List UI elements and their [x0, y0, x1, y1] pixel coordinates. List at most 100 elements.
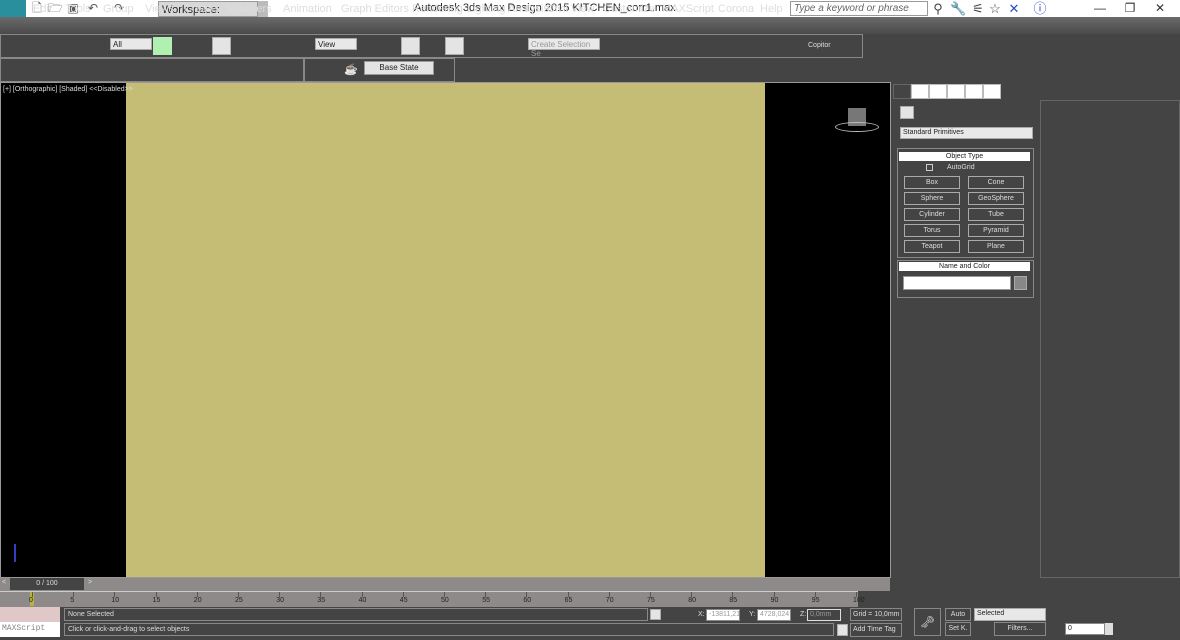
timeline-tick-label: 85: [729, 597, 738, 604]
copitor-button[interactable]: Copitor: [808, 42, 831, 49]
satellite-icon[interactable]: ⚟: [970, 1, 986, 16]
frame-spinner[interactable]: [1105, 623, 1113, 635]
menu-maxscript[interactable]: MAXScript: [662, 3, 714, 15]
y-coordinate-input[interactable]: 4728,024: [757, 609, 791, 621]
menu-edit[interactable]: Edit: [33, 3, 52, 15]
select-object-button[interactable]: [153, 37, 172, 55]
create-tube-button[interactable]: Tube: [968, 208, 1024, 221]
maxscript-output[interactable]: [0, 607, 60, 622]
viewcube-ring[interactable]: [835, 122, 879, 132]
named-selection-dropdown[interactable]: Create Selection Se: [528, 38, 600, 58]
binoculars-icon[interactable]: ⚲: [930, 1, 946, 16]
selection-lock-toggle[interactable]: [650, 609, 661, 620]
timeline-tick-label: 5: [70, 597, 75, 604]
timeline-tick-label: 75: [647, 597, 655, 604]
search-input[interactable]: Type a keyword or phrase: [790, 1, 928, 16]
current-frame-input[interactable]: 0: [1065, 623, 1105, 635]
timeline-tick-label: 95: [811, 597, 820, 604]
name-color-rollout-title[interactable]: Name and Color: [899, 262, 1030, 271]
time-tag-toggle[interactable]: [837, 624, 848, 636]
command-panel-tab[interactable]: [965, 84, 983, 99]
toolbar-button[interactable]: [401, 37, 420, 55]
viewport-label[interactable]: [+] [Orthographic] [Shaded] <<Disabled>>: [3, 86, 133, 93]
grid-size-display: Grid = 10,0mm: [850, 608, 902, 621]
time-slider-thumb[interactable]: 0 / 100: [10, 578, 84, 590]
selection-status: None Selected: [64, 608, 648, 621]
time-next-button[interactable]: >: [88, 579, 92, 586]
star-icon[interactable]: ☆: [987, 1, 1003, 16]
create-sphere-button[interactable]: Sphere: [904, 192, 960, 205]
timeline-tick-label: 20: [193, 597, 202, 604]
menu-animation[interactable]: Animation: [283, 3, 332, 15]
menu-graph-editors[interactable]: Graph Editors: [341, 3, 409, 15]
command-panel-extension: [1040, 100, 1180, 578]
reference-coordinate-dropdown[interactable]: View: [315, 38, 357, 50]
command-panel-tab[interactable]: [983, 84, 1001, 99]
menu-views[interactable]: Views: [145, 3, 174, 15]
menu-rendering[interactable]: Rendering: [412, 3, 463, 15]
menu-bar: [0, 17, 1180, 34]
auto-key-button[interactable]: Auto: [945, 608, 971, 621]
menu-tools[interactable]: Tools: [65, 3, 91, 15]
object-type-rollout-title[interactable]: Object Type: [899, 152, 1030, 161]
autogrid-checkbox[interactable]: [926, 164, 933, 171]
create-pyramid-button[interactable]: Pyramid: [968, 224, 1024, 237]
axis-tripod-icon: [14, 544, 16, 562]
menu-create[interactable]: Create: [184, 3, 217, 15]
command-panel-tab[interactable]: [911, 84, 929, 99]
x-label: X:: [698, 611, 705, 618]
autogrid-label: AutoGrid: [947, 164, 975, 171]
create-geosphere-button[interactable]: GeoSphere: [968, 192, 1024, 205]
z-label: Z:: [800, 611, 807, 618]
set-key-icon[interactable]: 🗝: [914, 608, 941, 636]
wrench-icon[interactable]: 🔧: [950, 1, 966, 16]
help-icon[interactable]: ⓘ: [1032, 1, 1048, 16]
exchange-icon[interactable]: ✕: [1006, 1, 1022, 16]
menu-help[interactable]: Help: [760, 3, 783, 15]
object-color-swatch[interactable]: [1014, 276, 1027, 290]
command-panel-tab[interactable]: [947, 84, 965, 99]
create-cylinder-button[interactable]: Cylinder: [904, 208, 960, 221]
command-panel-tab[interactable]: [893, 84, 911, 99]
create-cone-button[interactable]: Cone: [968, 176, 1024, 189]
key-filters-button[interactable]: Filters...: [994, 622, 1046, 636]
add-time-tag-button[interactable]: Add Time Tag: [850, 623, 902, 637]
timeline-tick-label: 80: [688, 597, 696, 604]
menu-lighting-analysis[interactable]: Lighting Analysis: [467, 3, 549, 15]
timeline-tick-label: 100: [853, 597, 865, 604]
timeline-tick-label: 0: [29, 597, 33, 604]
menu-corona[interactable]: Corona: [718, 3, 754, 15]
geometry-category-button[interactable]: [900, 106, 914, 119]
command-panel-tab[interactable]: [929, 84, 947, 99]
time-prev-button[interactable]: <: [2, 579, 6, 586]
viewport-safe-frame: [126, 83, 765, 577]
menu-civil-view[interactable]: Civil View: [547, 3, 594, 15]
timeline-tick-label: 70: [605, 597, 614, 604]
set-key-button[interactable]: Set K.: [945, 622, 971, 636]
selection-filter-dropdown[interactable]: All: [110, 38, 152, 50]
x-coordinate-input[interactable]: -13811,21: [706, 609, 740, 621]
key-filter-dropdown[interactable]: Selected: [974, 608, 1046, 621]
teapot-icon[interactable]: ☕: [344, 63, 358, 76]
menu-modifiers[interactable]: Modifiers: [227, 3, 272, 15]
timeline-tick-label: 15: [152, 597, 161, 604]
timeline-tick-label: 90: [770, 597, 779, 604]
create-torus-button[interactable]: Torus: [904, 224, 960, 237]
z-coordinate-input[interactable]: 0,0mm: [807, 609, 841, 621]
primitive-category-dropdown[interactable]: Standard Primitives: [900, 127, 1033, 139]
toolbar-button[interactable]: [212, 37, 231, 55]
create-box-button[interactable]: Box: [904, 176, 960, 189]
y-label: Y:: [749, 611, 756, 618]
menu-customize[interactable]: Customize: [603, 3, 655, 15]
maxscript-listener[interactable]: MAXScript: [0, 622, 60, 637]
timeline-tick-label: 45: [399, 597, 408, 604]
object-name-input[interactable]: [903, 276, 1011, 290]
toolbar-button[interactable]: [445, 37, 464, 55]
time-slider-track[interactable]: [0, 578, 890, 591]
timeline-tick-label: 40: [358, 597, 367, 604]
close-button[interactable]: ✕: [1140, 0, 1180, 17]
base-state-button[interactable]: Base State: [364, 61, 434, 75]
create-plane-button[interactable]: Plane: [968, 240, 1024, 253]
menu-group[interactable]: Group: [103, 3, 134, 15]
create-teapot-button[interactable]: Teapot: [904, 240, 960, 253]
